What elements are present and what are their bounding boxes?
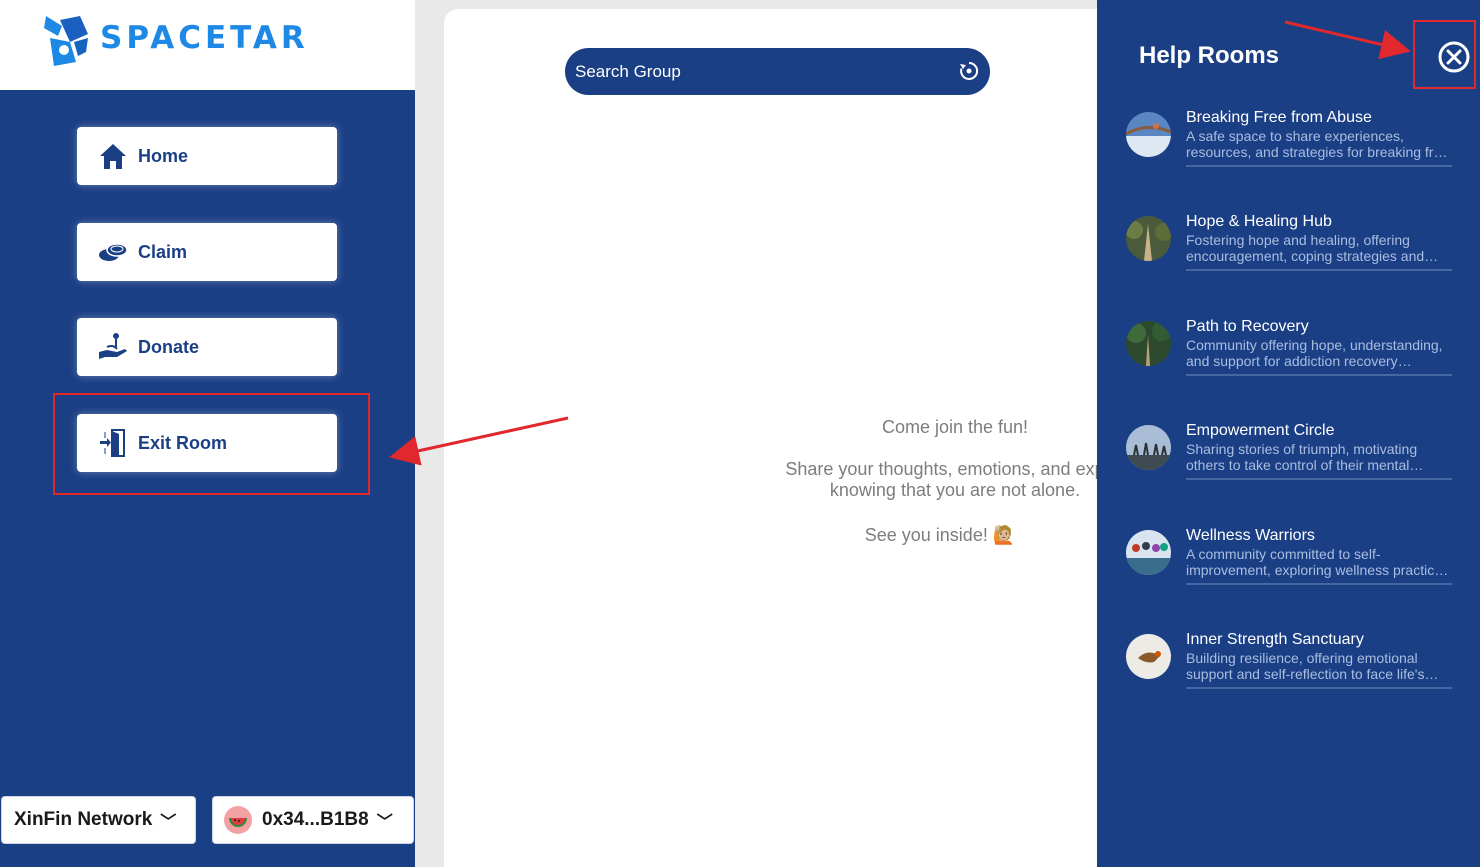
room-item[interactable]: Breaking Free from Abuse A safe space to… [1126,109,1452,202]
annotation-highlight-close [1413,20,1476,89]
home-icon [96,139,130,173]
room-item[interactable]: Hope & Healing Hub Fostering hope and he… [1126,213,1452,306]
search-input[interactable] [575,61,935,82]
annotation-highlight-exit [53,393,370,495]
room-divider [1186,269,1452,271]
wallet-avatar-icon [224,806,252,834]
drawer-title: Help Rooms [1139,42,1280,69]
room-avatar [1126,530,1171,575]
room-avatar [1126,112,1171,157]
home-label: Home [138,145,189,166]
refresh-icon[interactable] [958,60,980,82]
room-item[interactable]: Wellness Warriors A community committed … [1126,527,1452,620]
donate-label: Donate [138,336,200,357]
spacetar-logo-icon [44,16,88,66]
coins-icon [96,235,130,269]
room-description: Community offering hope, understanding, … [1186,337,1443,369]
claim-label: Claim [138,241,188,262]
room-name: Breaking Free from Abuse [1186,109,1372,126]
brand-name: SPACETAR [100,20,309,56]
room-description: A community committed to self-improvemen… [1186,546,1449,578]
room-name: Hope & Healing Hub [1186,213,1332,230]
room-item[interactable]: Inner Strength Sanctuary Building resili… [1126,631,1452,724]
welcome-signoff: See you inside! 🙋🏼 [864,525,1016,545]
claim-button[interactable]: Claim [77,223,337,281]
room-name: Wellness Warriors [1186,527,1315,544]
network-selector[interactable]: XinFin Network ﹀ [1,796,196,844]
room-name: Empowerment Circle [1186,422,1335,439]
wallet-address: 0x34...B1B8 [262,809,369,830]
room-name: Inner Strength Sanctuary [1186,631,1364,648]
room-item[interactable]: Path to Recovery Community offering hope… [1126,318,1452,411]
room-divider [1186,374,1452,376]
main-panel [444,9,1124,867]
network-label: XinFin Network [14,809,153,830]
logo-area: SPACETAR [0,0,415,90]
search-group-bar [565,48,990,95]
room-description: A safe space to share experiences, resou… [1186,128,1450,160]
room-avatar [1126,425,1171,470]
chevron-down-icon: ﹀ [160,812,177,831]
room-avatar [1126,634,1171,679]
room-item[interactable]: Empowerment Circle Sharing stories of tr… [1126,422,1452,515]
room-avatar [1126,216,1171,261]
donate-hand-icon [96,330,130,364]
donate-button[interactable]: Donate [77,318,337,376]
room-description: Sharing stories of triumph, motivating o… [1186,441,1418,473]
room-divider [1186,478,1452,480]
room-description: Fostering hope and healing, offering enc… [1186,232,1425,264]
home-button[interactable]: Home [77,127,337,185]
chevron-down-icon: ﹀ [376,812,393,831]
room-divider [1186,687,1452,689]
room-divider [1186,165,1452,167]
room-divider [1186,583,1452,585]
room-description: Building resilience, offering emotional … [1186,650,1425,682]
room-name: Path to Recovery [1186,318,1309,335]
room-avatar [1126,321,1171,366]
wallet-selector[interactable]: 0x34...B1B8 ﹀ [212,796,414,844]
